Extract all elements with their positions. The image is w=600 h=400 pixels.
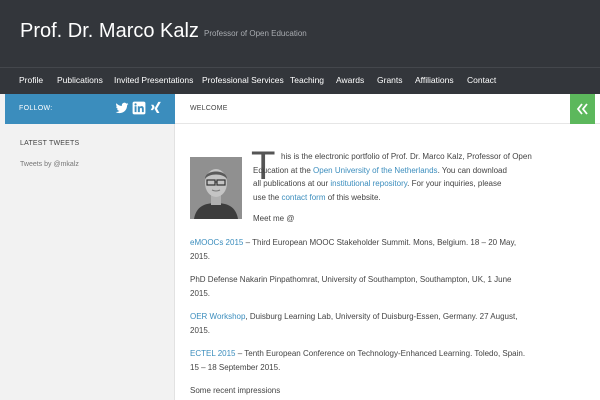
site-tagline: Professor of Open Education [204, 29, 307, 38]
event-text: PhD Defense Nakarin Pinpathomrat, Univer… [190, 275, 512, 284]
nav-item-grants[interactable]: Grants [377, 75, 403, 85]
nav-item-professional-services[interactable]: Professional Services [202, 75, 284, 85]
linkedin-icon[interactable] [132, 101, 146, 115]
nav-item-affiliations[interactable]: Affiliations [415, 75, 454, 85]
intro-text: Education at the [253, 165, 314, 175]
tweets-link[interactable]: Tweets by @mkalz [20, 161, 79, 168]
nav-item-invited-presentations[interactable]: Invited Presentations [114, 75, 193, 85]
intro-text: of this website. [325, 192, 381, 202]
event-item: eMOOCs 2015 – Third European MOOC Stakeh… [190, 236, 565, 263]
ectel-link[interactable]: ECTEL 2015 [190, 349, 236, 358]
intro-text: his is the electronic portfolio of Prof.… [281, 152, 532, 161]
oer-workshop-link[interactable]: OER Workshop [190, 312, 245, 321]
profile-photo [190, 157, 242, 219]
recent-impressions-label: Some recent impressions [190, 386, 281, 395]
meet-me-text: Meet me @ [253, 214, 295, 223]
twitter-icon[interactable] [115, 101, 129, 115]
nav-item-teaching[interactable]: Teaching [290, 75, 324, 85]
event-text: – Third European MOOC Stakeholder Summit… [243, 238, 517, 247]
event-item: OER Workshop, Duisburg Learning Lab, Uni… [190, 310, 565, 337]
nav-item-profile[interactable]: Profile [19, 75, 43, 85]
site-title[interactable]: Prof. Dr. Marco Kalz [20, 20, 199, 43]
nav-item-contact[interactable]: Contact [467, 75, 496, 85]
intro-text: . For your inquiries, please [407, 179, 502, 188]
intro-text: use the [253, 192, 282, 202]
event-text: , Duisburg Learning Lab, University of D… [245, 312, 518, 321]
event-text: 2015. [190, 288, 211, 298]
latest-tweets-title: LATEST TWEETS [20, 140, 80, 147]
contact-form-link[interactable]: contact form [281, 193, 325, 202]
event-text: 15 – 18 September 2015. [190, 362, 281, 372]
nav-item-awards[interactable]: Awards [336, 75, 364, 85]
intro-text: all publications at our [253, 179, 331, 188]
recent-impressions-text: Some recent impressions [190, 384, 565, 398]
content-header: WELCOME [175, 94, 600, 124]
emoocs-link[interactable]: eMOOCs 2015 [190, 238, 243, 247]
intro-text: . You can download [437, 165, 507, 175]
page-heading: WELCOME [190, 105, 228, 112]
main-nav: Profile Publications Invited Presentatio… [0, 67, 600, 94]
follow-label: FOLLOW: [19, 105, 53, 112]
nav-item-publications[interactable]: Publications [57, 75, 103, 85]
institutional-repository-link[interactable]: institutional repository [330, 179, 407, 188]
event-item: ECTEL 2015 – Tenth European Conference o… [190, 347, 565, 374]
intro-paragraph: his is the electronic portfolio of Prof.… [253, 150, 553, 204]
event-item: PhD Defense Nakarin Pinpathomrat, Univer… [190, 273, 565, 300]
double-chevron-left-icon [576, 103, 588, 115]
open-university-link[interactable]: Open University of the Netherlands [313, 166, 438, 175]
collapse-sidebar-button[interactable] [570, 94, 595, 124]
event-text: – Tenth European Conference on Technolog… [235, 349, 526, 358]
follow-bar: FOLLOW: [5, 94, 175, 124]
event-text: 2015. [190, 251, 211, 261]
site-header: Prof. Dr. Marco Kalz Professor of Open E… [0, 0, 600, 67]
xing-icon[interactable] [149, 101, 163, 115]
event-text: 2015. [190, 325, 211, 335]
